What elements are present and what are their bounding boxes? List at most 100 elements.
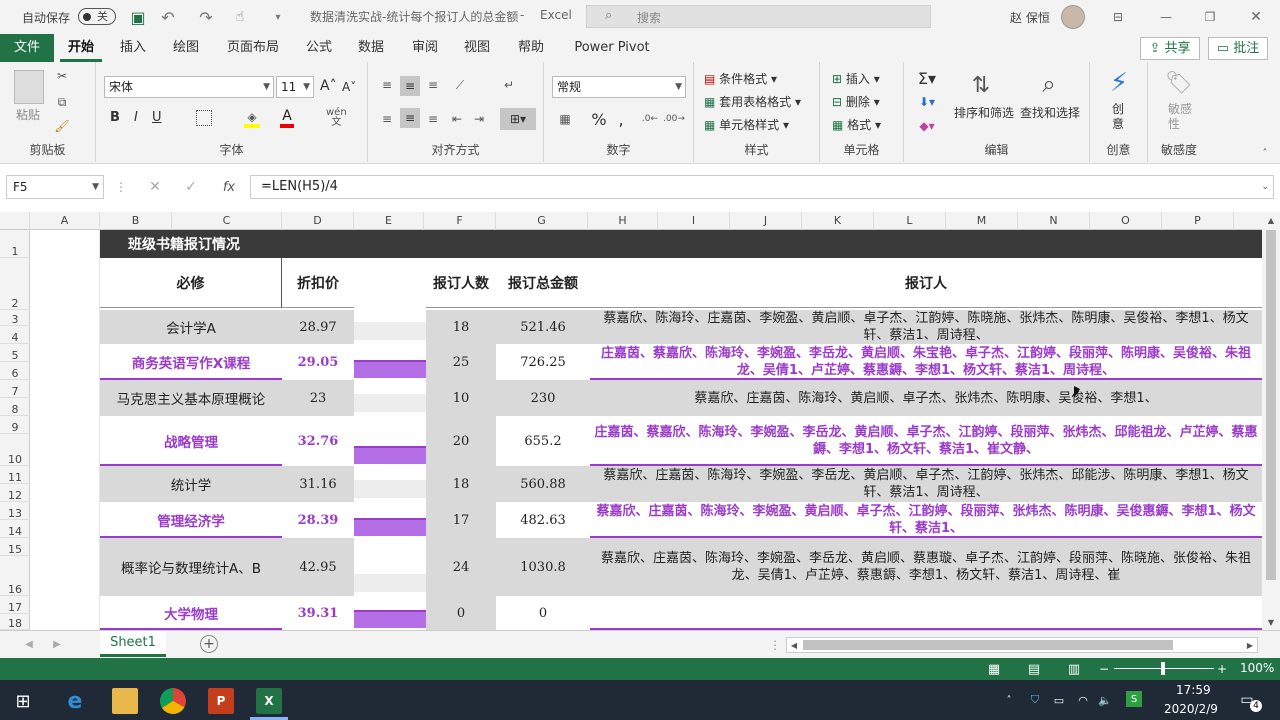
vertical-scroll-thumb[interactable] [1266, 230, 1276, 580]
course-cell[interactable]: 统计学 [100, 466, 282, 502]
scroll-left-icon[interactable]: ◀ [787, 638, 801, 652]
total-cell[interactable]: 0 [496, 596, 590, 630]
ideas-button[interactable]: 创意 [1112, 102, 1126, 132]
row-header[interactable]: 3 [0, 310, 30, 326]
font-size-select[interactable]: 11 ▼ [276, 76, 314, 98]
count-cell[interactable]: 17 [426, 502, 496, 538]
wrap-text-icon[interactable]: ↵ [500, 76, 518, 94]
shrink-font-icon[interactable]: A˅ [342, 80, 356, 94]
row-header[interactable]: 9 [0, 416, 30, 434]
cancel-icon[interactable]: ✕ [146, 178, 164, 196]
row-header[interactable]: 8 [0, 398, 30, 416]
column-header[interactable]: F [424, 212, 496, 230]
decrease-decimal-icon[interactable]: .00→ [663, 110, 685, 128]
scroll-up-icon[interactable]: ▲ [1264, 214, 1278, 226]
volume-icon[interactable]: 🔈 [1098, 692, 1112, 708]
count-cell[interactable]: 25 [426, 344, 496, 380]
insert-function-icon[interactable]: fx [218, 178, 240, 196]
powerpoint-icon[interactable]: P [208, 688, 234, 714]
people-cell[interactable]: 庄嘉茵、蔡嘉欣、陈海玲、李婉盈、李岳龙、黄启顺、卓子杰、江韵婷、段丽萍、张炜杰、… [590, 416, 1262, 466]
tab-help[interactable]: 帮助 [510, 34, 552, 62]
column-header[interactable]: I [658, 212, 730, 230]
splitter-icon[interactable]: ⋮ [769, 637, 781, 653]
row-header[interactable]: 17 [0, 596, 30, 614]
expand-formula-icon[interactable]: ⌄ [1261, 176, 1269, 198]
tab-draw[interactable]: 绘图 [165, 34, 207, 62]
price-cell[interactable]: 31.16 [282, 466, 354, 502]
total-cell[interactable]: 230 [496, 380, 590, 416]
total-cell[interactable]: 560.88 [496, 466, 590, 502]
price-cell[interactable]: 28.97 [282, 310, 354, 344]
align-right-icon[interactable]: ≡ [424, 110, 442, 128]
tab-power-pivot[interactable]: Power Pivot [568, 34, 656, 62]
tab-page-layout[interactable]: 页面布局 [220, 34, 286, 62]
header-count[interactable]: 报订人数 [426, 258, 496, 308]
excel-taskbar-icon[interactable]: X [256, 688, 282, 714]
file-explorer-icon[interactable] [112, 688, 138, 714]
tab-home[interactable]: 开始 [60, 34, 102, 62]
header-course[interactable]: 必修 [100, 258, 282, 308]
conditional-formatting-button[interactable]: ▤ 条件格式 ▾ [704, 70, 777, 87]
cut-icon[interactable]: ✂ [54, 68, 70, 84]
align-left-icon[interactable]: ≡ [378, 110, 396, 128]
underline-button[interactable]: U [152, 110, 162, 125]
wifi-icon[interactable]: ◠ [1076, 692, 1090, 708]
row-header[interactable]: 16 [0, 556, 30, 596]
font-color-icon[interactable]: A [280, 108, 294, 128]
minimize-icon[interactable]: — [1156, 7, 1176, 27]
zoom-level[interactable]: 100% [1240, 661, 1274, 675]
course-cell[interactable]: 战略管理 [100, 416, 282, 466]
column-header[interactable]: C [172, 212, 282, 230]
course-cell[interactable]: 大学物理 [100, 596, 282, 630]
column-header[interactable]: D [282, 212, 354, 230]
count-cell[interactable]: 0 [426, 596, 496, 630]
paste-icon[interactable] [14, 70, 44, 104]
scroll-down-icon[interactable]: ▼ [1264, 616, 1278, 628]
zoom-slider-thumb[interactable] [1161, 662, 1165, 675]
autosave-toggle[interactable]: 关 [78, 8, 116, 25]
zoom-out-icon[interactable]: − [1098, 661, 1110, 677]
course-cell[interactable]: 商务英语写作Ⅹ课程 [100, 344, 282, 380]
worksheet-grid[interactable]: 班级书籍报订情况 必修 折扣价 报订人数 报订总金额 报订人 会计学A 28.97 18 521.… [30, 230, 1262, 630]
column-header[interactable]: E [354, 212, 424, 230]
total-cell[interactable]: 726.25 [496, 344, 590, 380]
cell-styles-button[interactable]: ▦ 单元格样式 ▾ [704, 116, 789, 133]
price-cell[interactable]: 42.95 [282, 538, 354, 596]
tab-data[interactable]: 数据 [350, 34, 392, 62]
total-cell[interactable]: 482.63 [496, 502, 590, 538]
security-icon[interactable]: ⛉ [1028, 692, 1042, 708]
customize-qat-icon[interactable]: ▾ [270, 7, 286, 27]
vertical-scrollbar[interactable]: ▲ ▼ [1262, 212, 1280, 630]
count-cell[interactable]: 10 [426, 380, 496, 416]
grow-font-icon[interactable]: A˄ [320, 78, 337, 94]
page-break-view-icon[interactable]: ▥ [1066, 661, 1082, 677]
row-header[interactable]: 13 [0, 502, 30, 520]
total-cell[interactable]: 655.2 [496, 416, 590, 466]
row-header[interactable]: 15 [0, 538, 30, 556]
prev-sheet-icon[interactable]: ◀ [22, 637, 36, 651]
border-icon[interactable] [196, 110, 212, 126]
row-header[interactable]: 18 [0, 614, 30, 630]
price-cell[interactable]: 28.39 [282, 502, 354, 538]
column-header[interactable]: J [730, 212, 802, 230]
select-all-corner[interactable] [0, 212, 30, 230]
ribbon-display-icon[interactable]: ⊟ [1108, 7, 1128, 27]
scroll-right-icon[interactable]: ▶ [1243, 638, 1257, 652]
column-header[interactable]: P [1162, 212, 1234, 230]
chrome-icon[interactable] [160, 688, 186, 714]
formula-input[interactable]: =LEN(H5)/4 ⌄ [250, 175, 1274, 199]
price-cell[interactable]: 23 [282, 380, 354, 416]
taskbar-time[interactable]: 17:59 [1176, 683, 1211, 697]
tab-file[interactable]: 文件 [0, 34, 54, 62]
name-box[interactable]: F5 ▼ [6, 175, 104, 199]
restore-icon[interactable]: ❐ [1200, 7, 1220, 27]
course-cell[interactable]: 管理经济学 [100, 502, 282, 538]
row-header[interactable]: 12 [0, 484, 30, 502]
decrease-indent-icon[interactable]: ⇤ [448, 110, 466, 128]
row-header[interactable]: 1 [0, 230, 30, 258]
increase-indent-icon[interactable]: ⇥ [470, 110, 488, 128]
row-header[interactable]: 11 [0, 466, 30, 484]
find-select-button[interactable]: 查找和选择 [1020, 104, 1080, 121]
column-header[interactable]: A [30, 212, 100, 230]
sensitivity-button[interactable]: 敏感性 [1168, 102, 1194, 132]
